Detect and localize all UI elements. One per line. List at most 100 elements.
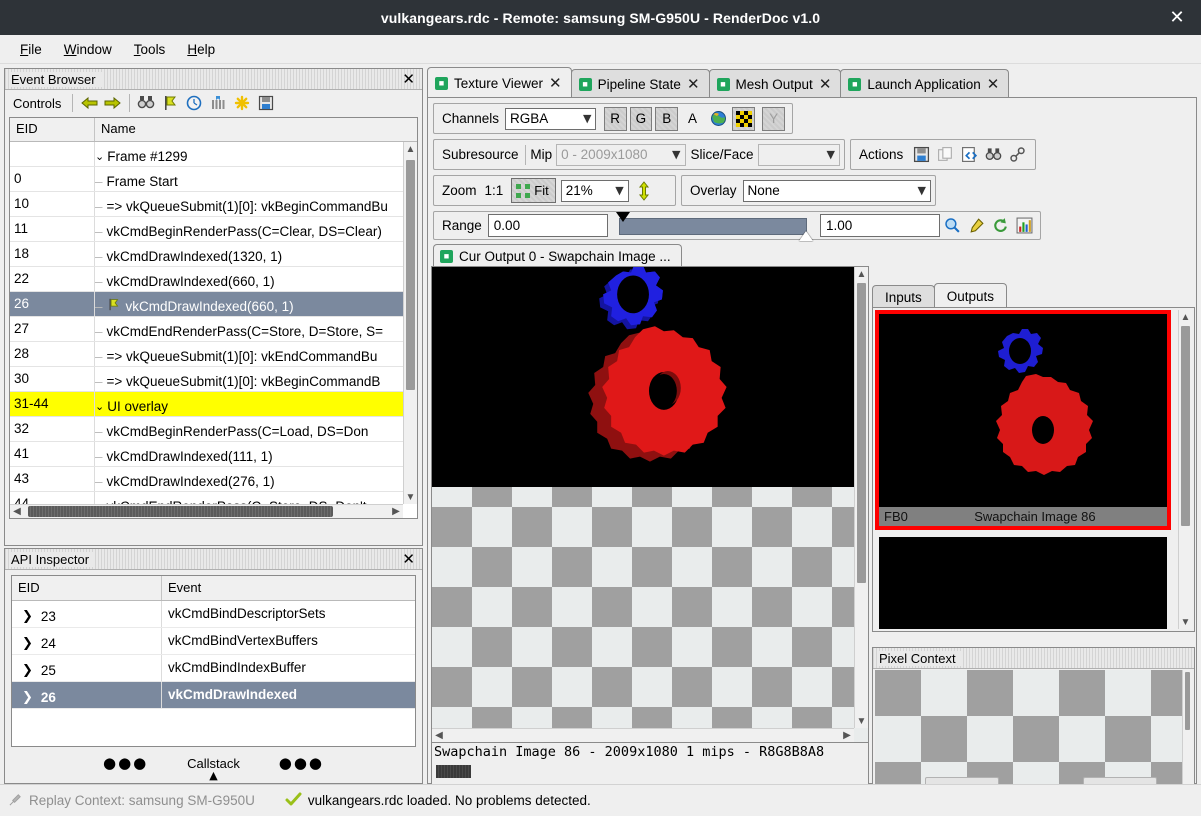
- zoom-percent-select[interactable]: 21% ▼: [561, 180, 629, 202]
- callstack-label-wrap[interactable]: Callstack ▲: [148, 756, 278, 771]
- texture-vscroll-thumb[interactable]: [857, 283, 866, 583]
- chevron-right-icon[interactable]: ❯: [22, 690, 33, 705]
- slice-face-select[interactable]: ▼: [758, 144, 840, 166]
- scroll-up-icon[interactable]: ▲: [404, 142, 417, 156]
- chevron-down-icon[interactable]: ⌄: [95, 400, 104, 413]
- menu-tools[interactable]: Tools: [123, 39, 177, 60]
- mip-select[interactable]: 0 - 2009x1080 ▼: [556, 144, 685, 166]
- event-browser-hscrollbar[interactable]: ◀ ▶: [10, 504, 403, 518]
- overlay-select[interactable]: None ▼: [743, 180, 931, 202]
- scroll-right-icon[interactable]: ▶: [389, 506, 403, 517]
- asterisk-icon[interactable]: [230, 92, 254, 114]
- chevron-up-icon[interactable]: ▲: [209, 769, 217, 782]
- reset-range-icon[interactable]: [988, 215, 1012, 237]
- range-white-point-handle[interactable]: [799, 231, 813, 241]
- hscroll-thumb[interactable]: [28, 506, 333, 517]
- event-browser-row[interactable]: 31-44⌄UI overlay: [10, 392, 403, 417]
- auto-fit-range-icon[interactable]: [1012, 215, 1036, 237]
- texture-preview-tab[interactable]: ■ Cur Output 0 - Swapchain Image ...: [433, 244, 682, 267]
- event-browser-row[interactable]: 10–=> vkQueueSubmit(1)[0]: vkBeginComman…: [10, 192, 403, 217]
- menu-help[interactable]: Help: [176, 39, 226, 60]
- save-icon[interactable]: [254, 92, 278, 114]
- chevron-right-icon[interactable]: ❯: [22, 609, 33, 624]
- save-icon[interactable]: [909, 144, 933, 166]
- forward-arrow-icon[interactable]: [101, 92, 125, 114]
- scroll-left-icon[interactable]: ◀: [10, 506, 24, 517]
- luminance-toggle[interactable]: Y: [762, 107, 785, 131]
- thumbnails-vscrollbar[interactable]: ▲ ▼: [1178, 310, 1192, 629]
- menu-file[interactable]: File: [9, 39, 53, 60]
- flip-y-icon[interactable]: [632, 180, 656, 202]
- bookmark-icon[interactable]: [206, 92, 230, 114]
- tab-launch-application[interactable]: ■Launch Application✕: [840, 69, 1009, 98]
- tab-close-icon[interactable]: ✕: [819, 75, 832, 93]
- tab-pipeline-state[interactable]: ■Pipeline State✕: [571, 69, 710, 98]
- texture-vscrollbar[interactable]: ▲ ▼: [854, 267, 868, 728]
- api-column-header-eid[interactable]: EID: [12, 576, 162, 600]
- scroll-up-icon[interactable]: ▲: [855, 267, 868, 281]
- timer-icon[interactable]: [182, 92, 206, 114]
- zoom-range-icon[interactable]: [940, 215, 964, 237]
- event-browser-row[interactable]: 44–vkCmdEndRenderPass(C=Store, DS=Don't: [10, 492, 403, 504]
- tab-close-icon[interactable]: ✕: [987, 75, 1000, 93]
- find-icon[interactable]: [981, 144, 1005, 166]
- api-column-header-event[interactable]: Event: [162, 576, 415, 600]
- io-tab-inputs[interactable]: Inputs: [872, 285, 935, 308]
- event-browser-row[interactable]: 43–vkCmdDrawIndexed(276, 1): [10, 467, 403, 492]
- zoom-one-to-one-button[interactable]: 1:1: [483, 183, 512, 198]
- globe-icon[interactable]: [707, 107, 730, 131]
- event-browser-row[interactable]: 0–Frame Start: [10, 167, 403, 192]
- event-browser-row[interactable]: 32–vkCmdBeginRenderPass(C=Load, DS=Don: [10, 417, 403, 442]
- pc-vscroll-thumb[interactable]: [1185, 672, 1190, 730]
- tab-texture-viewer[interactable]: ■Texture Viewer✕: [427, 67, 572, 98]
- window-close-button[interactable]: ✕: [1163, 0, 1191, 35]
- back-arrow-icon[interactable]: [77, 92, 101, 114]
- find-icon[interactable]: [134, 92, 158, 114]
- vscroll-thumb[interactable]: [406, 160, 415, 390]
- menu-window[interactable]: Window: [53, 39, 123, 60]
- thumbs-vscroll-thumb[interactable]: [1181, 326, 1190, 526]
- tab-mesh-output[interactable]: ■Mesh Output✕: [709, 69, 842, 98]
- scroll-down-icon[interactable]: ▼: [404, 490, 417, 504]
- channel-toggle-b[interactable]: B: [655, 107, 678, 131]
- texture-canvas[interactable]: [432, 267, 854, 728]
- channel-toggle-r[interactable]: R: [604, 107, 627, 131]
- event-browser-row[interactable]: 22–vkCmdDrawIndexed(660, 1): [10, 267, 403, 292]
- io-tab-outputs[interactable]: Outputs: [934, 283, 1007, 308]
- event-browser-vscrollbar[interactable]: ▲ ▼: [403, 142, 417, 504]
- chevron-down-icon[interactable]: ⌄: [95, 150, 104, 163]
- channel-toggle-g[interactable]: G: [630, 107, 653, 131]
- scroll-right-icon[interactable]: ▶: [840, 730, 854, 741]
- checkerboard-icon[interactable]: [732, 107, 755, 131]
- channels-select[interactable]: RGBA ▼: [505, 108, 596, 130]
- thumbnail-fb0[interactable]: FB0 Swapchain Image 86: [879, 314, 1167, 526]
- event-browser-row[interactable]: 11–vkCmdBeginRenderPass(C=Clear, DS=Clea…: [10, 217, 403, 242]
- pick-range-icon[interactable]: [964, 215, 988, 237]
- fit-button[interactable]: Fit: [511, 178, 555, 203]
- api-inspector-row[interactable]: ❯24vkCmdBindVertexBuffers: [12, 628, 415, 655]
- column-header-name[interactable]: Name: [95, 118, 417, 141]
- texture-hscrollbar[interactable]: ◀ ▶: [432, 728, 854, 742]
- chevron-right-icon[interactable]: ❯: [22, 636, 33, 651]
- column-header-eid[interactable]: EID: [10, 118, 95, 141]
- thumbnail-empty[interactable]: [879, 537, 1167, 629]
- event-browser-row[interactable]: ⌄Frame #1299: [10, 142, 403, 167]
- flag-icon[interactable]: [158, 92, 182, 114]
- range-black-point-handle[interactable]: [616, 212, 630, 222]
- scroll-down-icon[interactable]: ▼: [1179, 615, 1192, 629]
- scroll-up-icon[interactable]: ▲: [1179, 310, 1192, 324]
- event-browser-close-icon[interactable]: ✕: [399, 70, 418, 88]
- scroll-left-icon[interactable]: ◀: [432, 730, 446, 741]
- api-inspector-close-icon[interactable]: ✕: [399, 550, 418, 568]
- range-slider[interactable]: [616, 215, 812, 237]
- tab-close-icon[interactable]: ✕: [549, 74, 562, 92]
- api-inspector-row[interactable]: ❯25vkCmdBindIndexBuffer: [12, 655, 415, 682]
- copy-icon[interactable]: [933, 144, 957, 166]
- link-icon[interactable]: [1005, 144, 1029, 166]
- tab-close-icon[interactable]: ✕: [687, 75, 700, 93]
- channel-toggle-a[interactable]: A: [681, 107, 704, 131]
- range-max-input[interactable]: 1.00: [820, 214, 940, 237]
- event-browser-row[interactable]: 30–=> vkQueueSubmit(1)[0]: vkBeginComman…: [10, 367, 403, 392]
- scroll-down-icon[interactable]: ▼: [855, 714, 868, 728]
- api-inspector-row[interactable]: ❯23vkCmdBindDescriptorSets: [12, 601, 415, 628]
